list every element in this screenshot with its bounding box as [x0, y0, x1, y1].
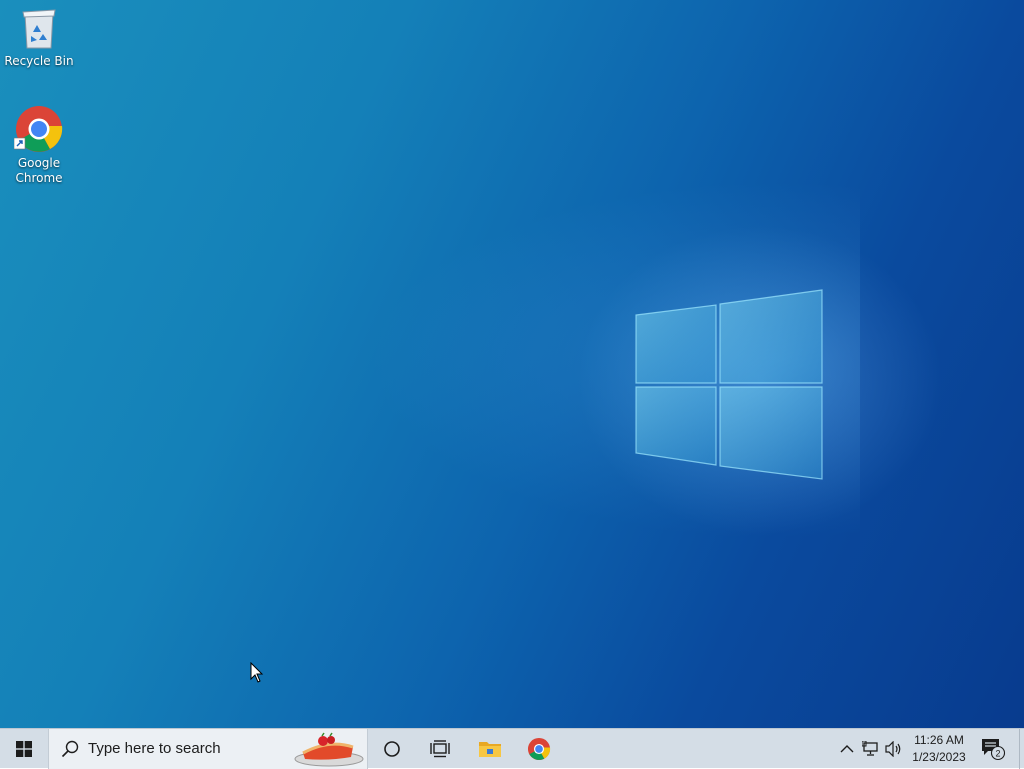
start-button[interactable]	[0, 729, 48, 769]
volume-button[interactable]	[883, 729, 905, 769]
search-highlight-pie-icon	[294, 732, 364, 767]
taskbar-clock[interactable]: 11:26 AM 1/23/2023	[907, 732, 971, 766]
taskbar: Type here to search 11:26 AM 1/23/2023 2	[0, 728, 1024, 769]
network-icon	[862, 741, 878, 756]
task-view-button[interactable]	[420, 729, 460, 769]
chrome-icon	[14, 106, 63, 152]
chrome-taskbar-button[interactable]	[519, 729, 559, 769]
show-desktop-button[interactable]	[1019, 729, 1024, 769]
volume-icon	[885, 741, 901, 757]
file-explorer-icon	[479, 742, 501, 757]
search-placeholder: Type here to search	[88, 740, 221, 757]
search-box[interactable]: Type here to search	[48, 729, 368, 769]
desktop-icon-recycle-bin[interactable]: Recycle Bin	[1, 6, 77, 69]
mouse-cursor-icon	[250, 662, 264, 683]
windows-wallpaper-logo	[635, 289, 823, 480]
desktop[interactable]: Recycle Bin Google Chrome	[0, 0, 1024, 728]
clock-time: 11:26 AM	[914, 733, 964, 747]
action-center-button[interactable]: 2	[976, 729, 1010, 769]
file-explorer-button[interactable]	[470, 729, 510, 769]
recycle-bin-icon	[22, 9, 56, 49]
desktop-icon-label: Recycle Bin	[4, 54, 74, 68]
network-button[interactable]	[860, 729, 882, 769]
desktop-icon-label: Google Chrome	[15, 156, 63, 185]
chrome-icon	[527, 737, 551, 761]
windows-start-icon	[16, 741, 32, 757]
notification-count: 2	[995, 749, 1000, 759]
cortana-icon	[384, 741, 400, 757]
cortana-button[interactable]	[372, 729, 412, 769]
show-hidden-icons-button[interactable]	[836, 729, 858, 769]
task-view-icon	[430, 740, 450, 758]
clock-date: 1/23/2023	[912, 750, 966, 764]
desktop-icon-google-chrome[interactable]: Google Chrome	[1, 104, 77, 186]
chevron-up-icon	[840, 745, 854, 753]
search-icon	[61, 740, 79, 758]
notification-icon: 2	[982, 739, 1006, 761]
